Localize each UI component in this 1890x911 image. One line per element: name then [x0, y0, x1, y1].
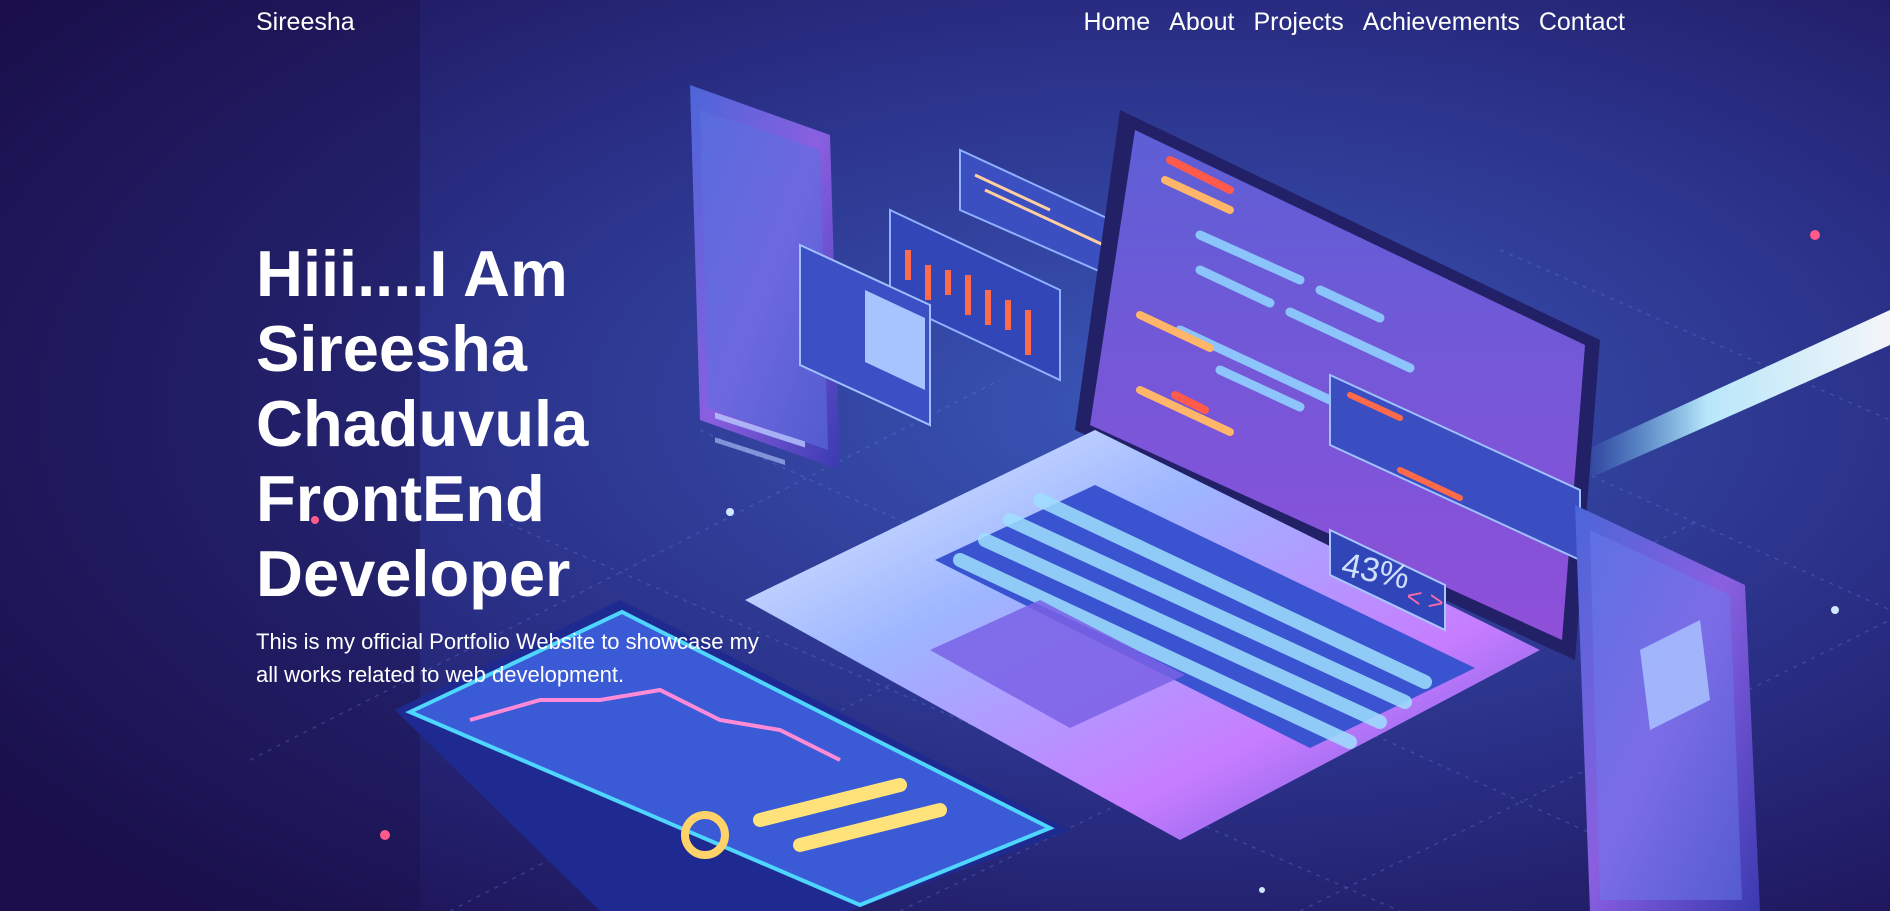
nav-link-achievements[interactable]: Achievements: [1363, 8, 1520, 36]
hero-heading: Hiii....I Am Sireesha Chaduvula FrontEnd…: [256, 236, 816, 611]
top-navbar: Sireesha Home About Projects Achievement…: [0, 0, 1890, 44]
hero-heading-line: FrontEnd: [256, 462, 545, 535]
hero-heading-line: Chaduvula: [256, 387, 589, 460]
hero-heading-line: Hiii....I Am: [256, 237, 568, 310]
nav-link-projects[interactable]: Projects: [1253, 8, 1343, 36]
nav-link-about[interactable]: About: [1169, 8, 1234, 36]
nav-links: Home About Projects Achievements Contact: [1083, 8, 1625, 36]
nav-link-contact[interactable]: Contact: [1539, 8, 1625, 36]
hero-section: Hiii....I Am Sireesha Chaduvula FrontEnd…: [256, 236, 816, 691]
hero-heading-line: Developer: [256, 537, 571, 610]
hero-heading-line: Sireesha: [256, 312, 528, 385]
brand-link[interactable]: Sireesha: [256, 8, 355, 36]
hero-subtitle: This is my official Portfolio Website to…: [256, 629, 759, 687]
nav-link-home[interactable]: Home: [1083, 8, 1150, 36]
